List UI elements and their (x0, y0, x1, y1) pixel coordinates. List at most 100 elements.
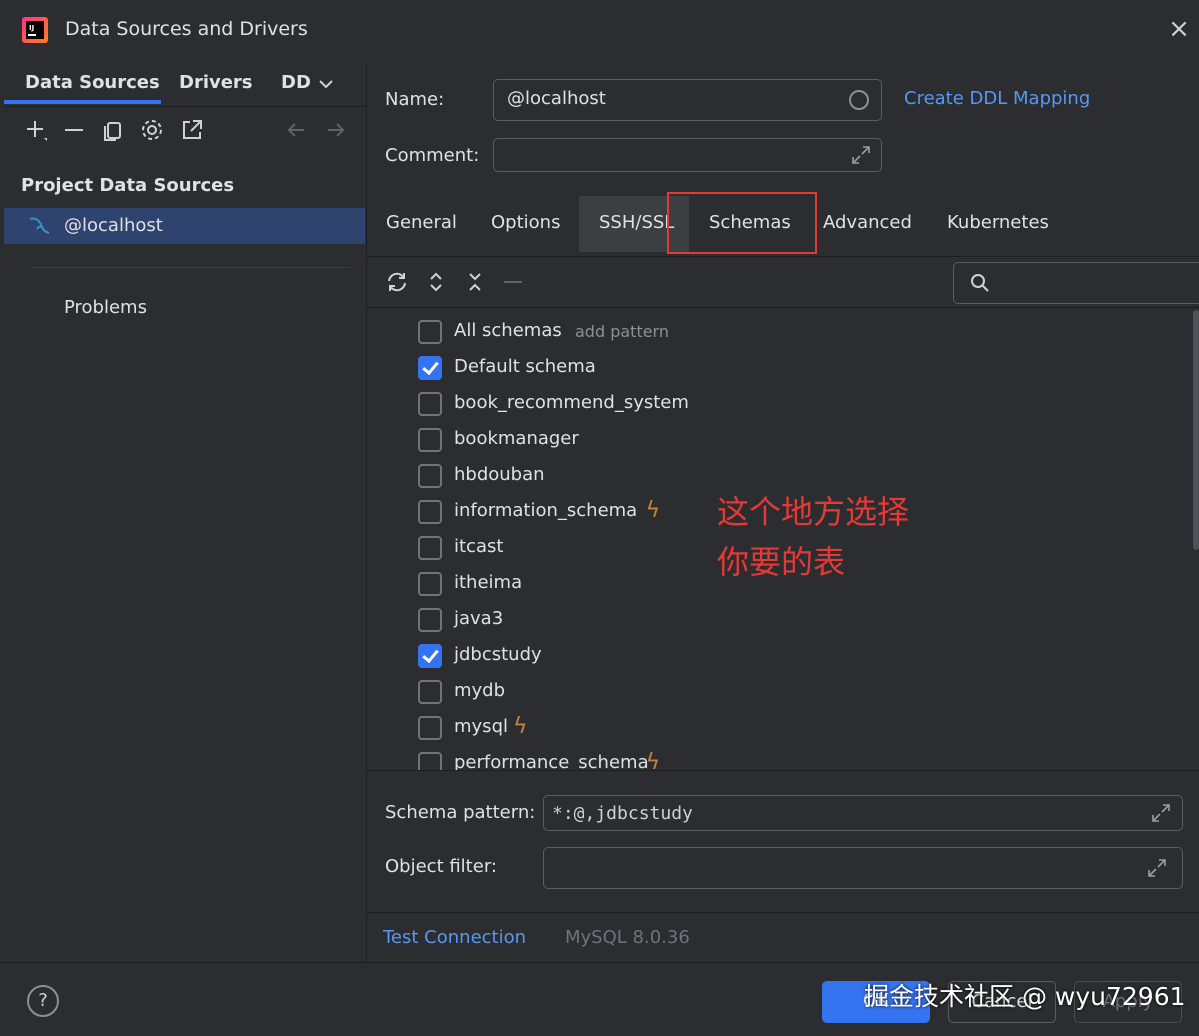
tab-kubernetes[interactable]: Kubernetes (947, 212, 1049, 233)
schema-label: java3 (454, 608, 504, 629)
scrollbar[interactable] (1193, 310, 1199, 550)
list-item-all-schemas[interactable]: All schemas add pattern (367, 314, 1199, 350)
remove-icon[interactable] (62, 118, 86, 142)
search-icon (971, 274, 989, 292)
left-tab-bar: Data Sources Drivers DD (4, 62, 366, 107)
schema-label: itcast (454, 536, 504, 557)
checkbox[interactable] (418, 680, 442, 704)
schemas-toolbar (367, 257, 1199, 308)
list-item[interactable]: book_recommend_system (367, 386, 1199, 422)
checkbox[interactable] (418, 608, 442, 632)
list-item[interactable]: jdbcstudy (367, 638, 1199, 674)
tab-ddl[interactable]: DD (281, 72, 311, 93)
settings-gear-icon[interactable] (140, 118, 164, 142)
schema-search-input[interactable] (953, 262, 1199, 304)
name-label: Name: (385, 89, 445, 110)
close-icon[interactable]: × (1166, 16, 1192, 42)
comment-label: Comment: (385, 145, 480, 166)
watermark: 掘金技术社区 @ wyu72961 (864, 982, 1186, 1011)
schema-label: book_recommend_system (454, 392, 689, 413)
expand-all-icon[interactable] (424, 270, 448, 294)
schema-label: mysql (454, 716, 508, 737)
name-value: @localhost (507, 88, 606, 109)
data-source-label: @localhost (64, 215, 163, 236)
tab-advanced[interactable]: Advanced (823, 212, 912, 233)
schema-pattern-value: *:@,jdbcstudy (552, 803, 693, 824)
tab-data-sources[interactable]: Data Sources (25, 72, 160, 93)
checkbox[interactable] (418, 752, 442, 771)
refresh-icon[interactable] (385, 270, 409, 294)
title-bar: IJ Data Sources and Drivers × (0, 0, 1199, 62)
tab-ssh-ssl[interactable]: SSH/SSL (599, 212, 674, 233)
object-filter-label: Object filter: (385, 856, 497, 877)
checkbox-checked[interactable] (418, 644, 442, 668)
app-icon: IJ (22, 17, 48, 43)
tab-drivers[interactable]: Drivers (179, 72, 253, 93)
lightning-bolt-icon: ϟ (513, 714, 528, 739)
schema-label: jdbcstudy (454, 644, 542, 665)
open-external-icon[interactable] (180, 118, 204, 142)
schema-label: Default schema (454, 356, 596, 377)
annotation-highlight-box (667, 192, 817, 254)
checkbox[interactable] (418, 572, 442, 596)
checkbox[interactable] (418, 716, 442, 740)
name-input[interactable]: @localhost (493, 79, 882, 121)
active-tab-indicator (4, 100, 161, 104)
list-item[interactable]: java3 (367, 602, 1199, 638)
driver-version: MySQL 8.0.36 (565, 927, 690, 948)
checkbox[interactable] (418, 500, 442, 524)
color-picker-icon[interactable] (849, 90, 869, 110)
remove-pattern-icon[interactable] (501, 270, 525, 294)
dialog-footer: ? OK Cancel Apply 掘金技术社区 @ wyu72961 (0, 962, 1199, 1036)
back-arrow-icon[interactable] (284, 118, 308, 142)
checkbox[interactable] (418, 320, 442, 344)
expand-icon[interactable] (850, 144, 872, 166)
schema-label: information_schema (454, 500, 638, 521)
test-connection-link[interactable]: Test Connection (383, 927, 526, 948)
checkbox-checked[interactable] (418, 356, 442, 380)
list-item[interactable]: mysql ϟ (367, 710, 1199, 746)
schema-label: performance_schema (454, 752, 649, 771)
lightning-bolt-icon: ϟ (645, 498, 661, 523)
settings-tab-bar: General Options SSH/SSL Schemas Advanced… (367, 192, 1199, 256)
lightning-bolt-icon: ϟ (645, 750, 661, 771)
create-ddl-mapping-link[interactable]: Create DDL Mapping (904, 88, 1090, 109)
problems-item[interactable]: Problems (64, 297, 147, 318)
schema-label: bookmanager (454, 428, 579, 449)
schema-pattern-label: Schema pattern: (385, 802, 536, 823)
help-icon[interactable]: ? (27, 985, 59, 1017)
collapse-all-icon[interactable] (463, 270, 487, 294)
expand-icon[interactable] (1150, 802, 1172, 824)
comment-input[interactable] (493, 138, 882, 172)
add-pattern-link[interactable]: add pattern (575, 322, 669, 341)
list-item[interactable]: performance_schema ϟ (367, 746, 1199, 771)
project-data-sources-heading: Project Data Sources (21, 175, 235, 196)
object-filter-input[interactable] (543, 847, 1183, 889)
schema-pattern-input[interactable]: *:@,jdbcstudy (543, 795, 1183, 831)
schema-label: itheima (454, 572, 523, 593)
pattern-fields: Schema pattern: *:@,jdbcstudy Object fil… (367, 770, 1199, 913)
checkbox[interactable] (418, 536, 442, 560)
list-item[interactable]: bookmanager (367, 422, 1199, 458)
annotation-line-2: 你要的表 (717, 543, 846, 581)
chevron-down-icon[interactable] (318, 78, 334, 90)
checkbox[interactable] (418, 392, 442, 416)
checkbox[interactable] (418, 428, 442, 452)
all-schemas-label: All schemas (454, 320, 562, 341)
check-icon (422, 357, 439, 376)
list-item[interactable]: Default schema (367, 350, 1199, 386)
annotation-text: 这个地方选择 你要的表 (717, 487, 909, 587)
window-title: Data Sources and Drivers (65, 18, 308, 40)
duplicate-icon[interactable] (101, 118, 125, 142)
svg-text:IJ: IJ (29, 24, 34, 32)
expand-icon[interactable] (1146, 857, 1168, 879)
checkbox[interactable] (418, 464, 442, 488)
data-source-item[interactable]: @localhost (4, 208, 365, 244)
tab-options[interactable]: Options (491, 212, 560, 233)
schema-label: hbdouban (454, 464, 545, 485)
schema-label: mydb (454, 680, 506, 701)
tab-general[interactable]: General (386, 212, 457, 233)
forward-arrow-icon[interactable] (324, 118, 348, 142)
list-item[interactable]: mydb (367, 674, 1199, 710)
add-icon[interactable] (24, 118, 48, 142)
